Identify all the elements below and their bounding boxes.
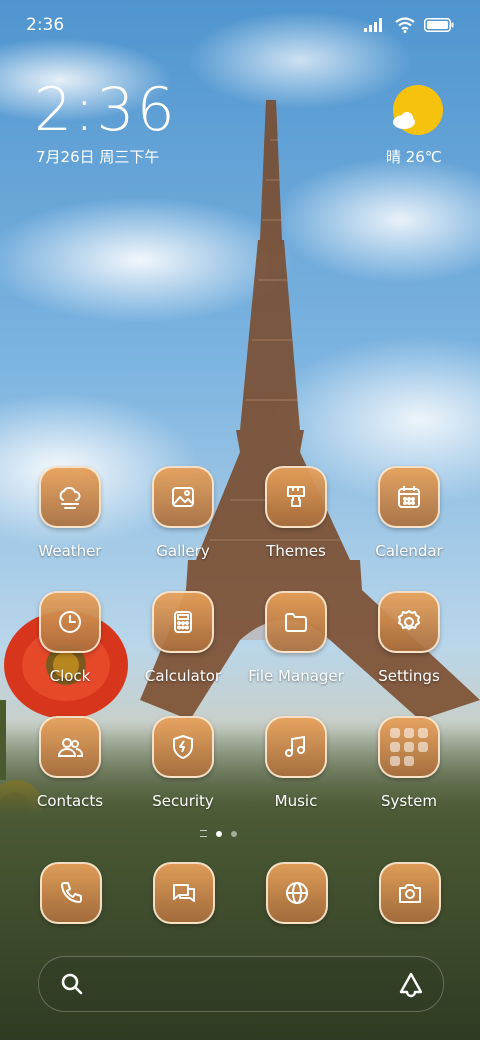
messages-icon bbox=[173, 884, 195, 902]
weather-condition-temp[interactable]: 晴 26℃ bbox=[386, 146, 442, 167]
contacts-icon bbox=[57, 738, 84, 757]
search-icon[interactable] bbox=[59, 971, 85, 997]
app-label: Weather bbox=[38, 542, 102, 560]
app-label: Contacts bbox=[36, 792, 104, 810]
clock-widget-date[interactable]: 7月26日 周三下午 bbox=[36, 146, 159, 167]
app-contacts[interactable]: Contacts bbox=[14, 716, 126, 826]
status-time: 2:36 bbox=[26, 15, 65, 35]
status-bar: 2:36 bbox=[26, 12, 454, 38]
battery-icon bbox=[424, 18, 454, 32]
dock-messages[interactable] bbox=[153, 862, 215, 924]
app-label: Calendar bbox=[375, 542, 443, 560]
sunny-cloud-icon[interactable] bbox=[392, 84, 444, 136]
app-themes[interactable]: Themes bbox=[240, 466, 352, 576]
app-label: Settings bbox=[378, 667, 440, 685]
app-file-manager[interactable]: File Manager bbox=[240, 591, 352, 701]
wifi-icon bbox=[395, 17, 415, 33]
app-label: Themes bbox=[266, 542, 326, 560]
clock-icon bbox=[59, 611, 81, 633]
app-clock[interactable]: Clock bbox=[14, 591, 126, 701]
app-weather[interactable]: Weather bbox=[14, 466, 126, 576]
gear-icon bbox=[398, 610, 420, 630]
app-label: Gallery bbox=[156, 542, 210, 560]
calendar-icon bbox=[398, 486, 420, 508]
app-music[interactable]: Music bbox=[240, 716, 352, 826]
music-note-icon bbox=[285, 735, 305, 757]
app-label: Security bbox=[152, 792, 214, 810]
app-system-folder[interactable]: System bbox=[353, 716, 465, 826]
phone-icon bbox=[61, 882, 82, 903]
assistant-icon[interactable] bbox=[397, 970, 425, 998]
page-dot bbox=[231, 830, 237, 837]
app-calendar[interactable]: Calendar bbox=[353, 466, 465, 576]
search-bar[interactable] bbox=[38, 956, 444, 1012]
weather-icon bbox=[59, 486, 81, 509]
page-indicator[interactable] bbox=[200, 830, 237, 837]
app-gallery[interactable]: Gallery bbox=[127, 466, 239, 576]
folder-grid-icon bbox=[390, 728, 428, 766]
app-calculator[interactable]: Calculator bbox=[127, 591, 239, 701]
app-settings[interactable]: Settings bbox=[353, 591, 465, 701]
dock-camera[interactable] bbox=[379, 862, 441, 924]
browser-icon bbox=[286, 882, 308, 904]
dock-browser[interactable] bbox=[266, 862, 328, 924]
app-label: System bbox=[381, 792, 437, 810]
calculator-icon bbox=[174, 611, 192, 633]
dock-phone[interactable] bbox=[40, 862, 102, 924]
menu-lines-icon bbox=[200, 830, 207, 837]
app-label: File Manager bbox=[248, 667, 344, 685]
app-label: Clock bbox=[49, 667, 91, 685]
signal-icon bbox=[364, 18, 382, 32]
themes-brush-icon bbox=[287, 486, 305, 507]
camera-icon bbox=[399, 884, 421, 903]
shield-icon bbox=[173, 735, 193, 759]
gallery-icon bbox=[172, 487, 194, 507]
app-label: Music bbox=[274, 792, 318, 810]
app-label: Calculator bbox=[144, 667, 222, 685]
page-dot-active bbox=[216, 830, 222, 837]
clock-widget-time[interactable]: 2:36 bbox=[34, 78, 177, 142]
app-security[interactable]: Security bbox=[127, 716, 239, 826]
folder-icon bbox=[285, 613, 307, 632]
